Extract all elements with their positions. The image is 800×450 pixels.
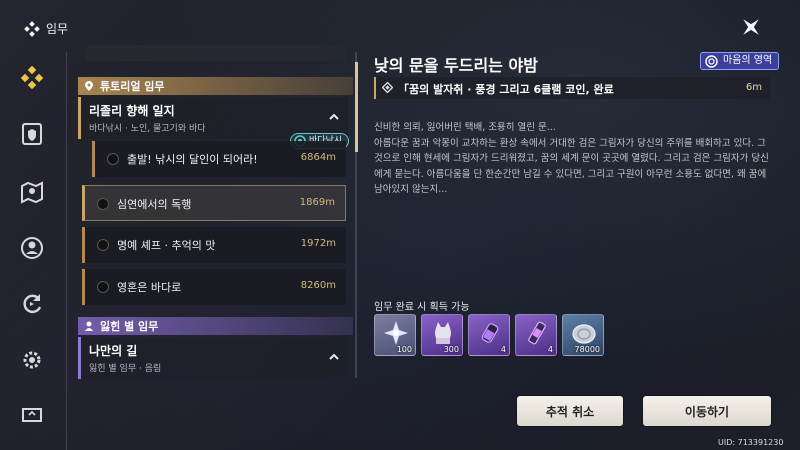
reward-count: 300 <box>443 345 459 354</box>
quest-status-dot <box>97 281 109 293</box>
objective-diamond-icon <box>382 82 393 93</box>
purple-canister-icon <box>528 321 546 345</box>
quest-name: 명예 셰프 · 추억의 맛 <box>117 239 216 252</box>
quest-detail-title: 낮의 문을 두드리는 야밤 <box>374 56 538 75</box>
reward-count: 4 <box>547 345 553 354</box>
description-line: 신비한 의뢰, 잃어버린 택배, 조용히 열린 문... <box>374 122 556 133</box>
silver-coin-icon <box>572 324 596 344</box>
quest-row-selected[interactable]: 심연에서의 독행 1869m <box>82 185 346 221</box>
person-icon <box>85 321 93 331</box>
group-subtitle: 바다낚시 · 노인, 물고기와 바다 <box>89 124 206 134</box>
quest-list[interactable]: 튜토리얼 임무 리졸리 향해 일지 바다낚시 · 노인, 물고기와 바다 바다낚… <box>78 45 353 450</box>
reward-item[interactable]: 4 <box>515 314 557 356</box>
shield-card-icon <box>22 123 42 145</box>
location-pin-icon <box>85 81 93 91</box>
group-title: 리졸리 향해 일지 <box>89 104 175 118</box>
settings-gear-icon <box>23 351 41 369</box>
monitor-icon <box>22 408 42 422</box>
star-crystal-icon <box>384 321 408 345</box>
character-icon <box>21 237 43 259</box>
reward-label: 임무 완료 시 획득 가능 <box>374 302 470 313</box>
quest-name: 영혼은 바다로 <box>117 281 182 294</box>
quest-distance: 6864m <box>300 152 336 163</box>
rail-divider <box>66 52 67 450</box>
quest-distance: 1972m <box>300 238 336 249</box>
quest-status-dot <box>97 239 109 251</box>
realm-badge: 마음의 영역 <box>700 52 780 70</box>
rail-map[interactable] <box>18 178 46 206</box>
reward-count: 78000 <box>574 345 600 354</box>
page-title: 임무 <box>46 22 69 36</box>
objective-text: 「꿈의 발자취 · 풍경 그리고 6클램 코인, 완료 <box>398 83 614 96</box>
rail-character[interactable] <box>18 234 46 262</box>
description-paragraph: 아름다운 꿈과 악몽이 교차하는 환상 속에서 거대한 검은 그림자가 당신의 … <box>374 137 769 196</box>
section-title: 잃힌 별 임무 <box>100 320 159 333</box>
page-header: 임무 <box>24 20 68 37</box>
quest-row[interactable]: 영혼은 바다로 8260m <box>82 269 346 305</box>
side-rail <box>0 50 64 450</box>
rail-settings[interactable] <box>18 346 46 374</box>
spiral-icon <box>705 55 718 68</box>
chevron-up-icon[interactable] <box>328 351 340 363</box>
move-button[interactable]: 이동하기 <box>643 396 771 426</box>
reward-count: 100 <box>396 345 412 354</box>
reward-item[interactable]: 4 <box>468 314 510 356</box>
quest-name: 심연에서의 독행 <box>117 198 192 211</box>
reward-item[interactable]: 300 <box>421 314 463 356</box>
refresh-icon <box>23 294 42 314</box>
quest-status-dot <box>107 153 119 165</box>
rail-card[interactable] <box>18 120 46 148</box>
reward-item[interactable]: 78000 <box>562 314 604 356</box>
quest-description: 신비한 의뢰, 잃어버린 택배, 조용히 열린 문... 아름다운 꿈과 악몽이… <box>374 120 770 198</box>
group-subtitle: 잃힌 별 임무 · 음림 <box>89 364 162 374</box>
tutorial-section-header: 튜토리얼 임무 <box>78 77 353 95</box>
quest-name: 출발! 낚시의 달인이 되어라! <box>127 153 258 166</box>
quest-row[interactable]: 출발! 낚시의 달인이 되어라! 6864m <box>92 141 346 177</box>
reward-item[interactable]: 100 <box>374 314 416 356</box>
rail-quest[interactable] <box>18 64 46 92</box>
group-title: 나만의 길 <box>89 344 138 358</box>
quest-row[interactable]: 명예 셰프 · 추억의 맛 1972m <box>82 227 346 263</box>
quest-distance: 1869m <box>299 197 335 208</box>
realm-label: 마음의 영역 <box>723 55 773 66</box>
quest-distance: 8260m <box>300 280 336 291</box>
objective-distance: 6m <box>745 82 762 93</box>
close-star-icon[interactable] <box>738 14 764 40</box>
map-pin-icon <box>21 181 43 204</box>
quest-icon <box>20 65 44 90</box>
untrack-button[interactable]: 추적 취소 <box>517 396 623 426</box>
quest-diamond-icon <box>24 20 40 37</box>
rail-monitor[interactable] <box>18 400 46 428</box>
list-item-partial[interactable] <box>86 45 346 61</box>
list-scroll-thumb[interactable] <box>355 62 358 152</box>
lost-star-section-header: 잃힌 별 임무 <box>78 317 353 335</box>
top-bar: 임무 <box>0 0 800 50</box>
quest-objective[interactable]: 「꿈의 발자취 · 풍경 그리고 6클램 코인, 완료 6m <box>374 77 770 99</box>
rail-refresh[interactable] <box>18 290 46 318</box>
chevron-up-icon[interactable] <box>328 111 340 123</box>
quest-group-header[interactable]: 나만의 길 잃힌 별 임무 · 음림 <box>78 337 348 379</box>
uid-label: UID: 713391230 <box>718 438 784 447</box>
purple-vial-icon <box>481 323 499 343</box>
quest-status-dot <box>97 198 109 210</box>
cat-figure-icon <box>435 322 451 344</box>
reward-count: 4 <box>500 345 506 354</box>
reward-list: 100 300 4 4 78000 <box>374 314 604 356</box>
section-title: 튜토리얼 임무 <box>100 80 165 93</box>
